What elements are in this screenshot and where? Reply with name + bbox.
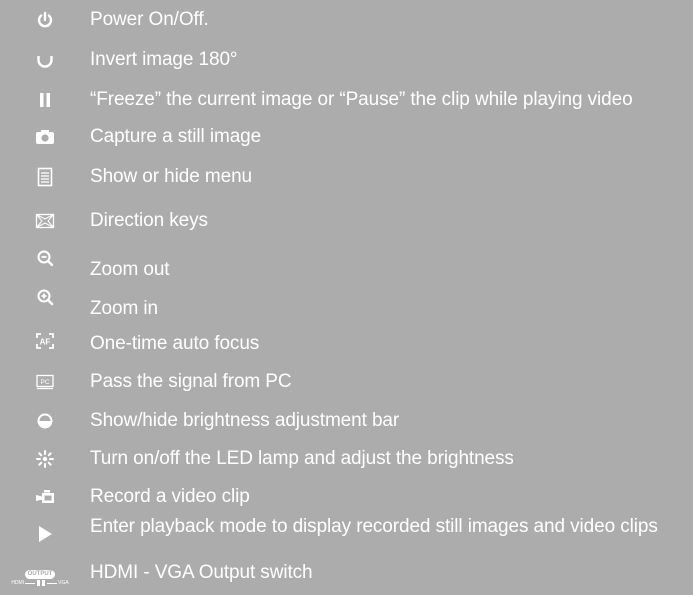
- legend-label: Power On/Off.: [90, 9, 209, 30]
- legend-row-record: Record a video clip: [0, 479, 693, 515]
- camera-icon: [28, 120, 62, 154]
- legend-row-menu: Show or hide menu: [0, 159, 693, 195]
- legend-label: Enter playback mode to display recorded …: [90, 516, 658, 537]
- direction-keys-icon: [28, 204, 62, 238]
- legend-label: Zoom out: [90, 259, 170, 280]
- legend-row-freeze: “Freeze” the current image or “Pause” th…: [0, 82, 693, 118]
- legend-row-playback: Enter playback mode to display recorded …: [0, 516, 693, 553]
- pc-icon: PC: [28, 365, 62, 399]
- pc-icon-text: PC: [40, 379, 49, 386]
- legend-row-zoom-out: Zoom out: [0, 247, 693, 283]
- brightness-icon: [28, 404, 62, 438]
- legend-label: Direction keys: [90, 210, 208, 231]
- legend-label: Invert image 180°: [90, 49, 238, 70]
- legend-label: HDMI - VGA Output switch: [90, 562, 313, 583]
- legend-label: Show or hide menu: [90, 166, 253, 187]
- legend-label: Record a video clip: [90, 486, 250, 507]
- output-switch-icon: OUTPUT HDMI VGA: [10, 561, 70, 595]
- legend-label: “Freeze” the current image or “Pause” th…: [90, 89, 633, 110]
- record-video-icon: [28, 480, 62, 514]
- led-lamp-icon: [28, 442, 62, 476]
- legend-label: Turn on/off the LED lamp and adjust the …: [90, 448, 514, 469]
- playback-icon: [28, 517, 62, 551]
- legend-row-zoom-in: Zoom in: [0, 286, 693, 322]
- zoom-in-icon: [28, 280, 62, 314]
- output-hdmi-text: HDMI: [11, 580, 25, 586]
- legend-row-direction: Direction keys: [0, 203, 693, 239]
- legend-row-pc: PC Pass the signal from PC: [0, 364, 693, 400]
- legend-row-autofocus: AF One-time auto focus: [0, 326, 693, 362]
- output-vga-text: VGA: [58, 580, 69, 586]
- legend-row-capture: Capture a still image: [0, 119, 693, 155]
- legend-label: Capture a still image: [90, 126, 262, 147]
- pause-icon: [28, 83, 62, 117]
- legend-label: Zoom in: [90, 298, 158, 319]
- menu-icon: [28, 160, 62, 194]
- legend-row-invert: Invert image 180°: [0, 42, 693, 78]
- legend-row-brightness: Show/hide brightness adjustment bar: [0, 403, 693, 439]
- legend-row-power: Power On/Off.: [0, 2, 693, 38]
- legend-label: One-time auto focus: [90, 333, 260, 354]
- zoom-out-icon: [28, 241, 62, 275]
- legend-label: Show/hide brightness adjustment bar: [90, 410, 400, 431]
- legend-label: Pass the signal from PC: [90, 371, 292, 392]
- output-badge: OUTPUT: [24, 570, 56, 579]
- legend-row-led: Turn on/off the LED lamp and adjust the …: [0, 441, 693, 477]
- rotate-icon: [28, 43, 62, 77]
- autofocus-icon: AF: [28, 324, 62, 358]
- power-icon: [28, 3, 62, 37]
- autofocus-icon-text: AF: [40, 337, 51, 346]
